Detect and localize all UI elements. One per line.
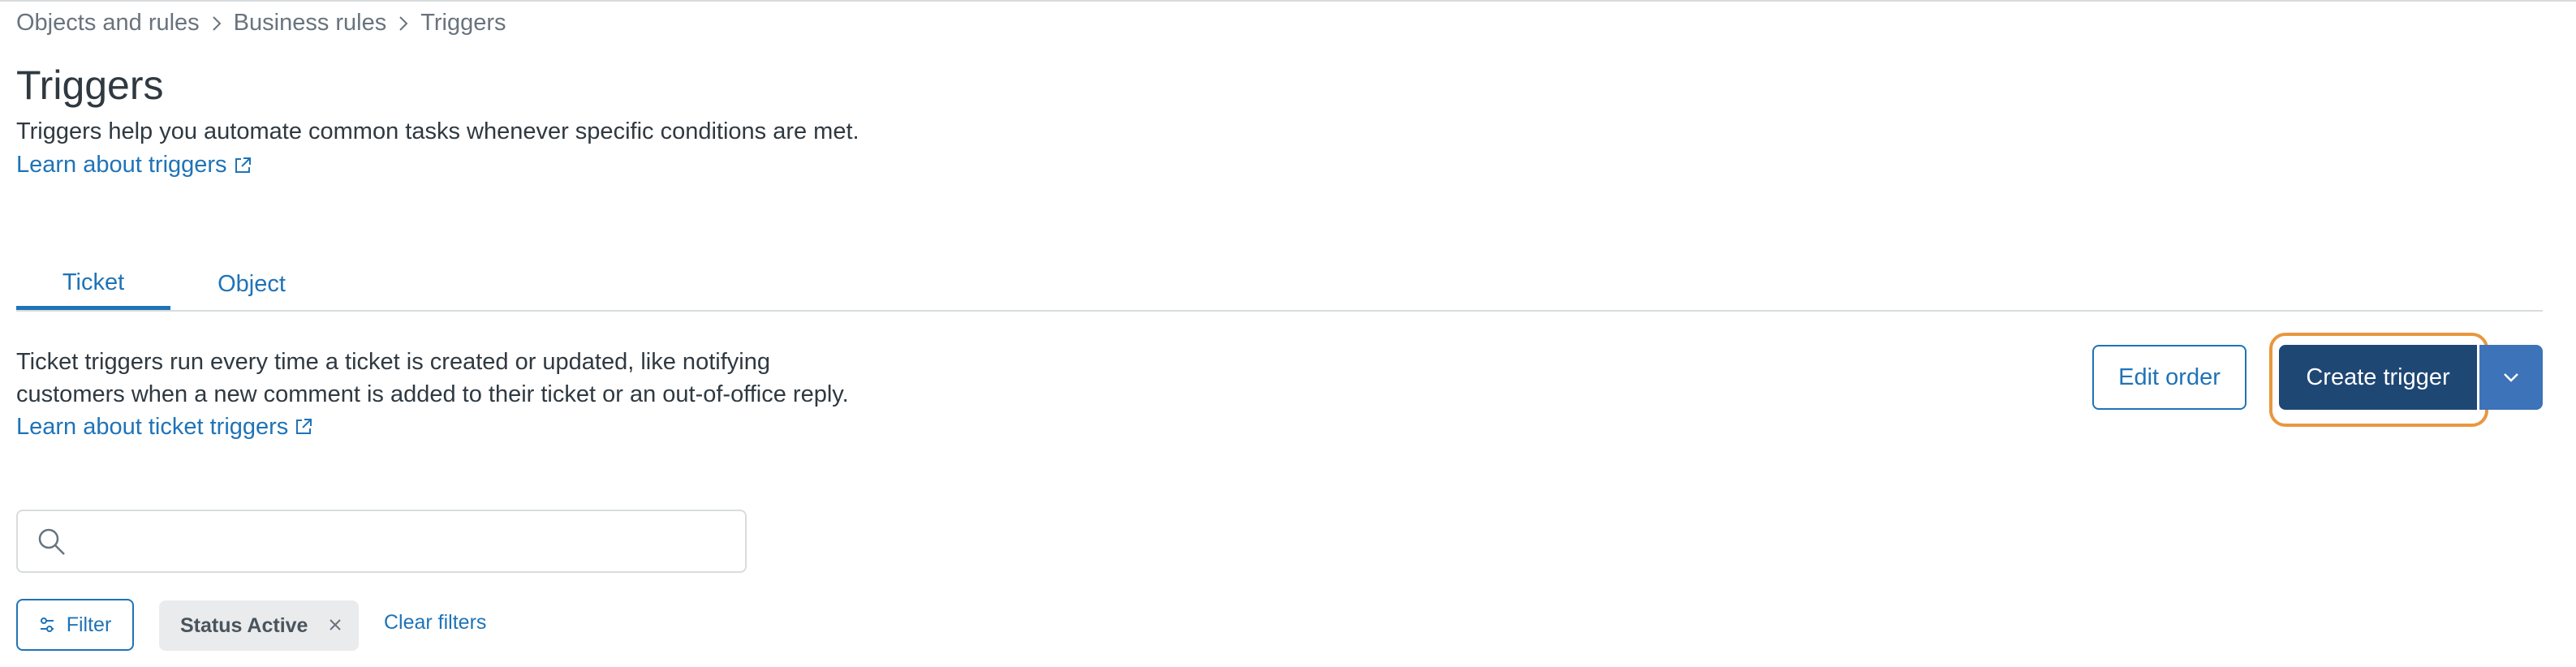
breadcrumb-objects-and-rules[interactable]: Objects and rules [16, 10, 200, 37]
description-line-2: customers when a new comment is added to… [16, 381, 849, 407]
create-trigger-menu-button[interactable] [2479, 345, 2543, 410]
chevron-down-icon [2502, 372, 2520, 383]
breadcrumb: Objects and rules Business rules Trigger… [16, 10, 506, 37]
ticket-triggers-description: Ticket triggers run every time a ticket … [16, 346, 909, 443]
filter-sliders-icon [39, 617, 55, 633]
external-link-icon [234, 157, 252, 174]
chevron-right-icon [398, 15, 409, 32]
status-active-tag-label: Status Active [180, 613, 308, 637]
learn-about-ticket-triggers-link[interactable]: Learn about ticket triggers [16, 411, 312, 443]
breadcrumb-business-rules[interactable]: Business rules [234, 10, 387, 37]
page-description: Triggers help you automate common tasks … [16, 118, 859, 144]
search-icon [37, 527, 67, 561]
tab-ticket[interactable]: Ticket [16, 260, 170, 311]
create-trigger-button[interactable]: Create trigger [2279, 345, 2477, 410]
description-line-1: Ticket triggers run every time a ticket … [16, 349, 770, 375]
filter-button[interactable]: Filter [16, 599, 134, 651]
breadcrumb-triggers: Triggers [420, 10, 506, 36]
learn-about-ticket-triggers-label: Learn about ticket triggers [16, 414, 289, 440]
clear-filters-link[interactable]: Clear filters [384, 611, 486, 635]
tab-list: Ticket Object [16, 260, 333, 311]
page-title: Triggers [16, 62, 164, 108]
search-input[interactable] [16, 510, 747, 573]
close-icon[interactable] [328, 618, 342, 632]
filter-label: Filter [66, 613, 112, 636]
edit-order-button[interactable]: Edit order [2092, 345, 2246, 410]
chevron-right-icon [211, 15, 222, 32]
tab-divider [16, 310, 2543, 312]
learn-about-triggers-link[interactable]: Learn about triggers [16, 152, 252, 179]
learn-about-triggers-label: Learn about triggers [16, 152, 227, 178]
status-active-tag: Status Active [159, 600, 359, 651]
tab-object[interactable]: Object [170, 260, 333, 308]
top-border [0, 0, 2576, 2]
external-link-icon [295, 418, 312, 436]
